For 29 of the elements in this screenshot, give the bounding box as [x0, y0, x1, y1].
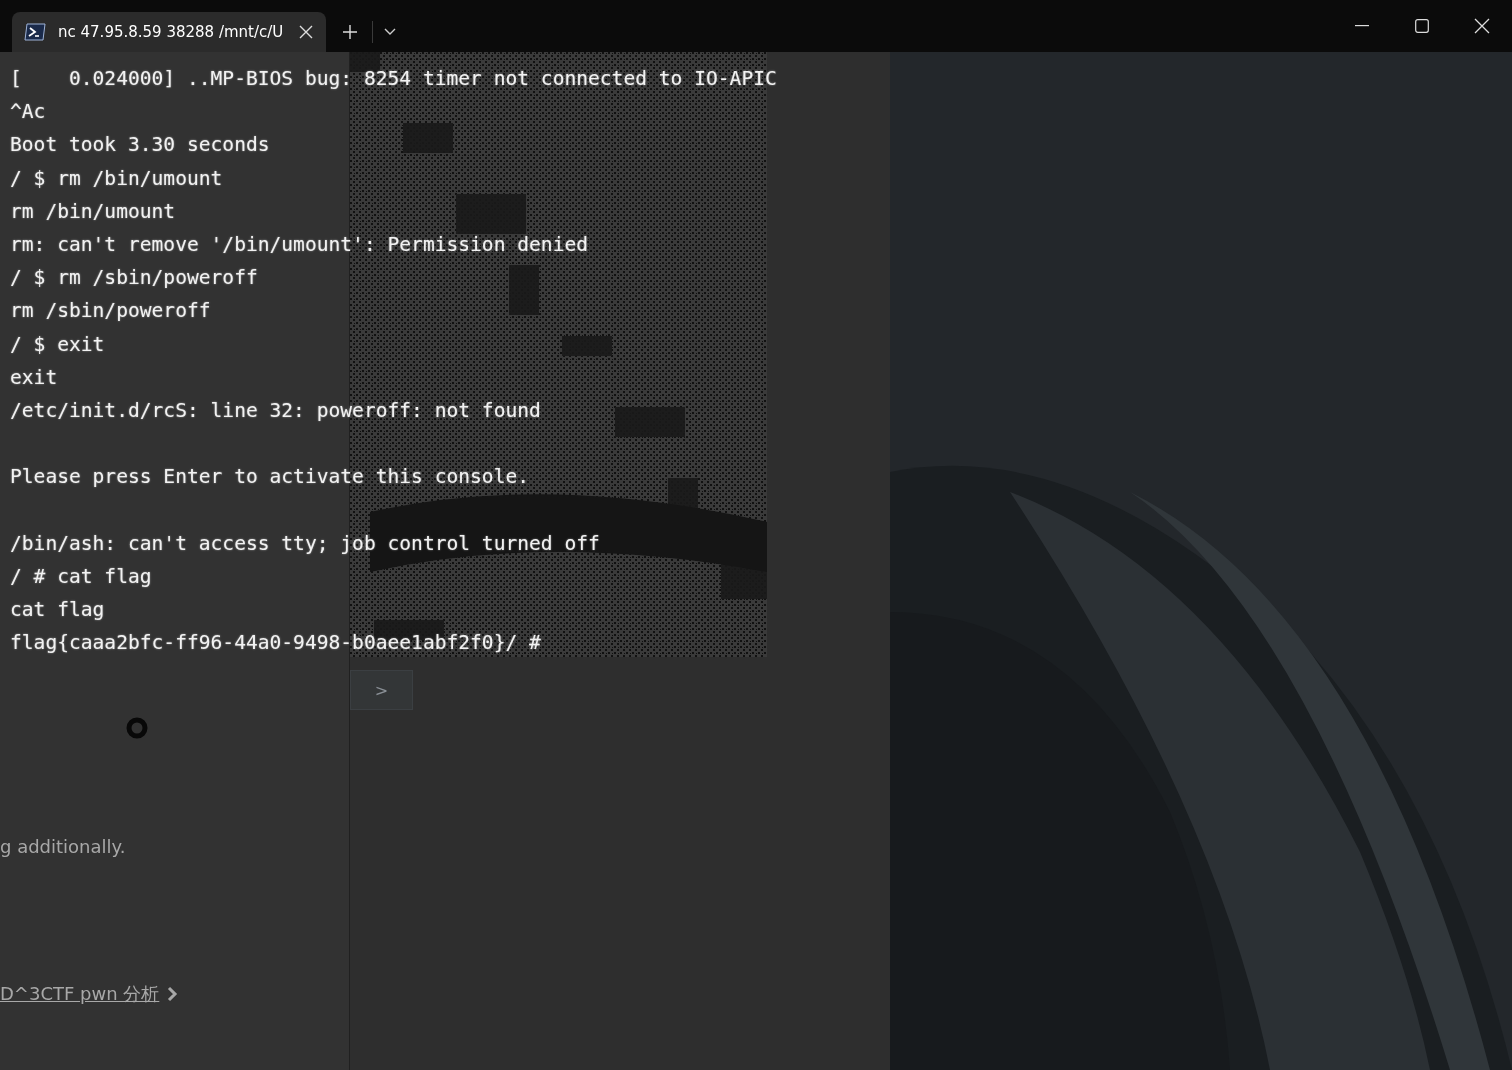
terminal-line: /etc/init.d/rcS: line 32: poweroff: not found [10, 398, 541, 425]
powershell-icon [24, 23, 46, 41]
terminal-line: Please press Enter to activate this console. [10, 464, 530, 491]
terminal-line: rm /sbin/poweroff [10, 298, 211, 325]
terminal-line: / # cat flag [10, 564, 152, 590]
terminal-line: flag{caaa2bfc-ff96-44a0-9498-b0aee1abf2f0}/ # [10, 630, 541, 657]
chevron-icon [166, 986, 178, 1002]
dropdown-icon[interactable] [383, 27, 397, 37]
minimize-icon[interactable] [1355, 25, 1369, 27]
terminal-line: rm /bin/umount [10, 198, 176, 225]
terminal-line: /bin/ash: can't access tty; job control turned off [10, 530, 600, 557]
terminal-line: cat flag [10, 597, 105, 624]
new-tab-icon[interactable] [342, 24, 358, 40]
terminal-line: ^Ac [10, 99, 46, 126]
terminal-tab[interactable]: nc 47.95.8.59 38288 /mnt/c/U [12, 12, 326, 52]
article-link[interactable]: D^3CTF pwn 分析 [0, 982, 160, 1006]
busy-cursor-icon [126, 717, 148, 739]
terminal-line: [ 0.024000] ..MP-BIOS bug: 8254 timer not connected to IO-APIC [10, 66, 777, 92]
terminal-line: Boot took 3.30 seconds [10, 132, 270, 159]
close-icon[interactable] [1474, 18, 1490, 34]
terminal-line: rm: can't remove '/bin/umount': Permission denied [10, 232, 589, 258]
terminal-line: / $ rm /bin/umount [10, 165, 223, 192]
maximize-icon[interactable] [1415, 19, 1429, 33]
terminal-line: exit [10, 364, 58, 391]
next-button[interactable]: > [350, 670, 413, 710]
page-text: g additionally. [0, 836, 126, 857]
terminal-line: / $ rm /sbin/poweroff [10, 265, 258, 292]
close-tab-icon[interactable] [298, 24, 314, 40]
terminal-line: / $ exit [10, 331, 105, 358]
